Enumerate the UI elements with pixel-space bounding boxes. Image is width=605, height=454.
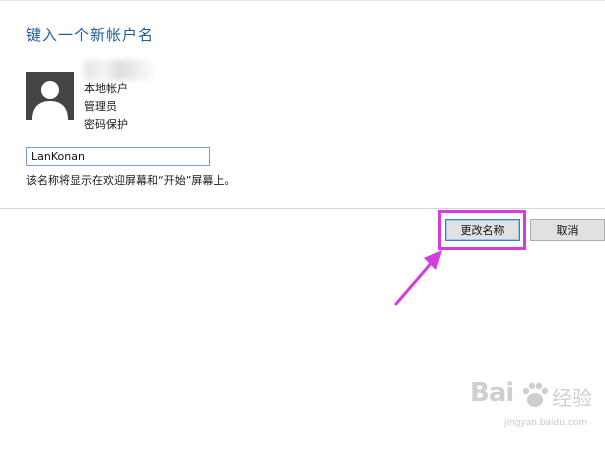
blurred-account-name: [84, 60, 152, 80]
user-silhouette-icon: [26, 72, 74, 120]
change-name-button[interactable]: 更改名称: [445, 219, 520, 241]
watermark-brand: 经验: [552, 386, 592, 410]
top-border: [0, 0, 605, 1]
paw-icon: [522, 382, 549, 407]
watermark: Bai 经验 jingyan.baidu.com: [470, 378, 600, 448]
account-name-input[interactable]: [26, 147, 210, 166]
divider: [0, 208, 605, 209]
hint-text: 该名称将显示在欢迎屏幕和“开始”屏幕上。: [26, 174, 236, 187]
account-role: 管理员: [84, 100, 117, 113]
watermark-logo: Bai: [470, 378, 514, 408]
avatar: [26, 72, 74, 120]
watermark-url: jingyan.baidu.com: [504, 418, 588, 428]
annotation-arrow-icon: [394, 250, 442, 306]
account-type: 本地帐户: [84, 82, 128, 95]
account-info: 本地帐户 管理员 密码保护: [84, 80, 128, 134]
page-title: 键入一个新帐户名: [26, 26, 155, 44]
account-protection: 密码保护: [84, 118, 128, 131]
cancel-button[interactable]: 取消: [530, 219, 605, 241]
